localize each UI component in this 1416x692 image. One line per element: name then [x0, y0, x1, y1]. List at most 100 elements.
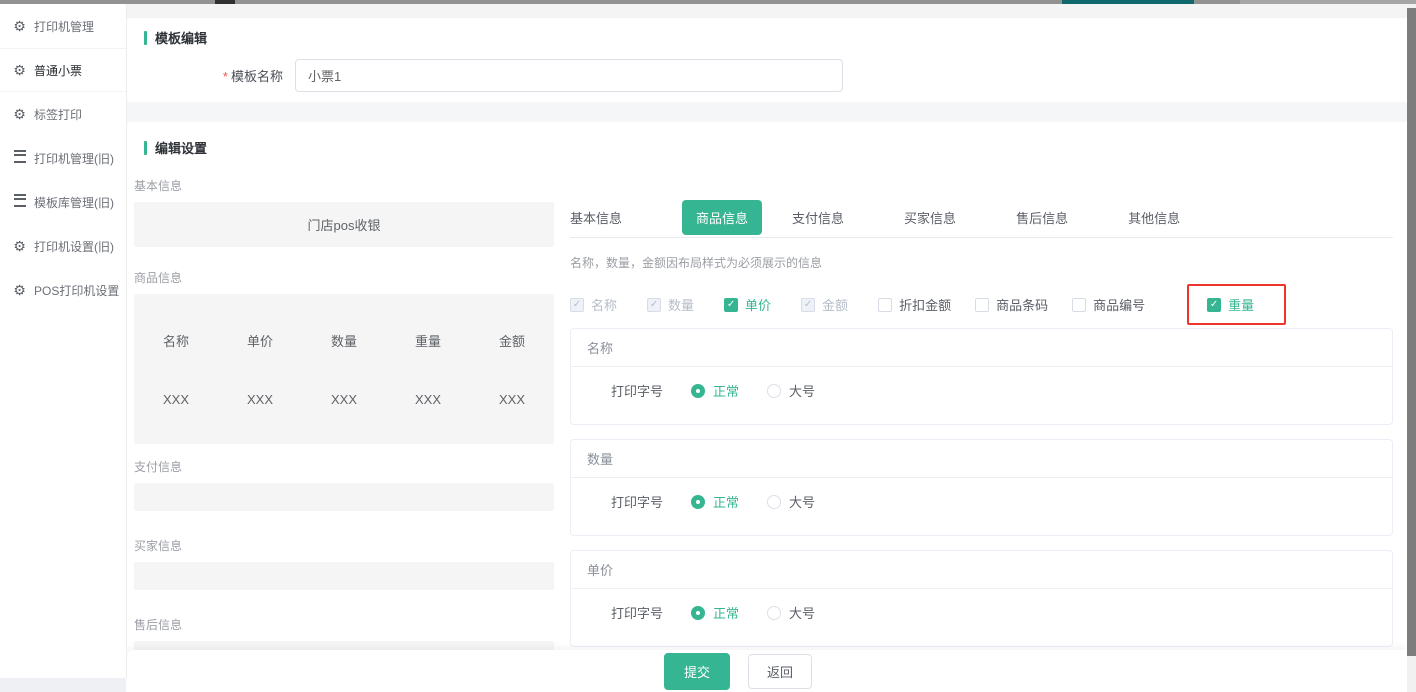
- gears-icon: [12, 63, 27, 78]
- gears-icon: [12, 107, 27, 122]
- table-cell: XXX: [134, 392, 218, 407]
- field-card-title: 单价: [571, 551, 1392, 589]
- checkbox-quantity[interactable]: 数量: [647, 295, 694, 314]
- preview-table-data-row: XXX XXX XXX XXX XXX: [134, 392, 554, 407]
- preview-basic-info-box: 门店pos收银: [134, 202, 554, 247]
- checkbox-unchecked-icon: [975, 298, 989, 312]
- section-title: 模板编辑: [155, 28, 207, 47]
- preview-aftersale-info-label: 售后信息: [134, 616, 554, 633]
- section-header-edit-settings: 编辑设置: [144, 138, 1407, 157]
- print-font-size-label: 打印字号: [611, 603, 663, 622]
- template-name-label: *模板名称: [126, 66, 283, 85]
- radio-selected-icon: [691, 606, 705, 620]
- print-font-size-label: 打印字号: [611, 381, 663, 400]
- back-button[interactable]: 返回: [748, 654, 812, 689]
- gears-icon: [12, 239, 27, 254]
- sidebar-item-pos-printer-settings[interactable]: POS打印机设置: [0, 268, 126, 312]
- gears-icon: [12, 19, 27, 34]
- sidebar-item-label: POS打印机设置: [34, 282, 119, 299]
- template-name-row: *模板名称: [126, 59, 1407, 92]
- radio-selected-icon: [691, 384, 705, 398]
- preview-product-table: 名称 单价 数量 重量 金额 XXX XXX XXX XXX XXX: [134, 294, 554, 444]
- sidebar-item-label: 打印机设置(旧): [34, 238, 114, 255]
- checkbox-product-barcode[interactable]: 商品条码: [975, 295, 1048, 314]
- preview-table-header-row: 名称 单价 数量 重量 金额: [134, 331, 554, 350]
- preview-payment-info-label: 支付信息: [134, 458, 554, 475]
- table-cell: XXX: [470, 392, 554, 407]
- checkbox-amount[interactable]: 金额: [801, 295, 848, 314]
- table-header-cell: 金额: [470, 331, 554, 350]
- checkbox-checked-disabled-icon: [801, 298, 815, 312]
- section-header-template-edit: 模板编辑: [144, 28, 1407, 47]
- list-icon: [12, 194, 27, 210]
- section-accent-bar: [144, 31, 147, 45]
- checkbox-checked-disabled-icon: [570, 298, 584, 312]
- tab-product-info[interactable]: 商品信息: [682, 200, 762, 235]
- table-header-cell: 名称: [134, 331, 218, 350]
- tab-buyer-info[interactable]: 买家信息: [904, 208, 956, 227]
- checkbox-checked-icon: [724, 298, 738, 312]
- preview-store-pos-text: 门店pos收银: [308, 215, 381, 234]
- table-header-cell: 单价: [218, 331, 302, 350]
- field-card-title: 名称: [571, 329, 1392, 367]
- receipt-preview: 基本信息 门店pos收银 商品信息 名称 单价 数量 重量 金额 XXX XXX…: [134, 157, 554, 692]
- table-header-cell: 数量: [302, 331, 386, 350]
- top-strip-light-segment: [1240, 0, 1416, 4]
- checkbox-checked-disabled-icon: [647, 298, 661, 312]
- checkbox-product-number[interactable]: 商品编号: [1072, 295, 1145, 314]
- radio-font-large[interactable]: 大号: [767, 381, 815, 400]
- sidebar-item-printer-management[interactable]: 打印机管理: [0, 4, 126, 48]
- radio-font-normal[interactable]: 正常: [691, 492, 739, 511]
- checkbox-weight[interactable]: 重量: [1207, 295, 1254, 314]
- field-card-name: 名称 打印字号 正常 大号: [570, 328, 1393, 425]
- sidebar-item-normal-receipt[interactable]: 普通小票: [0, 48, 126, 92]
- template-name-input[interactable]: [295, 59, 843, 92]
- edit-settings-columns: 基本信息 门店pos收银 商品信息 名称 单价 数量 重量 金额 XXX XXX…: [126, 157, 1407, 692]
- field-card-body: 打印字号 正常 大号: [571, 478, 1392, 535]
- checkbox-discount-amount[interactable]: 折扣金额: [878, 295, 951, 314]
- checkbox-name[interactable]: 名称: [570, 295, 617, 314]
- window-top-strip: [0, 0, 1416, 4]
- field-checkbox-row: 名称 数量 单价 金额 折扣金额: [570, 295, 1393, 314]
- sidebar-item-template-library-old[interactable]: 模板库管理(旧): [0, 180, 126, 224]
- main-content: 模板编辑 *模板名称 编辑设置 基本信息 门店pos收银 商品信息 名称 单价 …: [126, 18, 1407, 692]
- tab-other-info[interactable]: 其他信息: [1128, 208, 1180, 227]
- section-title: 编辑设置: [155, 138, 207, 157]
- sidebar-item-printer-management-old[interactable]: 打印机管理(旧): [0, 136, 126, 180]
- settings-panel: 基本信息 商品信息 支付信息 买家信息 售后信息 其他信息 名称，数量，金额因布…: [570, 157, 1393, 692]
- tab-payment-info[interactable]: 支付信息: [792, 208, 844, 227]
- info-tabs: 基本信息 商品信息 支付信息 买家信息 售后信息 其他信息: [570, 197, 1393, 238]
- tab-basic-info[interactable]: 基本信息: [570, 208, 622, 227]
- sidebar: 打印机管理 普通小票 标签打印 打印机管理(旧) 模板库管理(旧) 打印机设置(…: [0, 4, 126, 678]
- radio-font-large[interactable]: 大号: [767, 492, 815, 511]
- vertical-scrollbar: [1407, 4, 1416, 692]
- section-accent-bar: [144, 141, 147, 155]
- content-top-gap: [126, 4, 1407, 18]
- radio-font-normal[interactable]: 正常: [691, 381, 739, 400]
- field-card-unit-price: 单价 打印字号 正常 大号: [570, 550, 1393, 647]
- sidebar-item-label: 打印机管理(旧): [34, 150, 114, 167]
- radio-font-normal[interactable]: 正常: [691, 603, 739, 622]
- table-cell: XXX: [386, 392, 470, 407]
- checkbox-unit-price[interactable]: 单价: [724, 295, 771, 314]
- top-strip-teal-segment: [1062, 0, 1194, 4]
- table-header-cell: 重量: [386, 331, 470, 350]
- preview-buyer-info-box: [134, 562, 554, 590]
- checkbox-unchecked-icon: [1072, 298, 1086, 312]
- radio-unselected-icon: [767, 606, 781, 620]
- submit-button[interactable]: 提交: [664, 653, 730, 690]
- radio-unselected-icon: [767, 384, 781, 398]
- print-font-size-label: 打印字号: [611, 492, 663, 511]
- sidebar-item-label: 打印机管理: [34, 18, 94, 35]
- sidebar-item-label-print[interactable]: 标签打印: [0, 92, 126, 136]
- sidebar-item-label: 标签打印: [34, 106, 82, 123]
- scrollbar-thumb[interactable]: [1407, 8, 1416, 656]
- radio-selected-icon: [691, 495, 705, 509]
- required-mark: *: [223, 69, 228, 84]
- sidebar-item-printer-settings-old[interactable]: 打印机设置(旧): [0, 224, 126, 268]
- list-icon: [12, 150, 27, 166]
- field-card-body: 打印字号 正常 大号: [571, 589, 1392, 646]
- tab-aftersale-info[interactable]: 售后信息: [1016, 208, 1068, 227]
- radio-font-large[interactable]: 大号: [767, 603, 815, 622]
- required-fields-note: 名称，数量，金额因布局样式为必须展示的信息: [570, 254, 1393, 271]
